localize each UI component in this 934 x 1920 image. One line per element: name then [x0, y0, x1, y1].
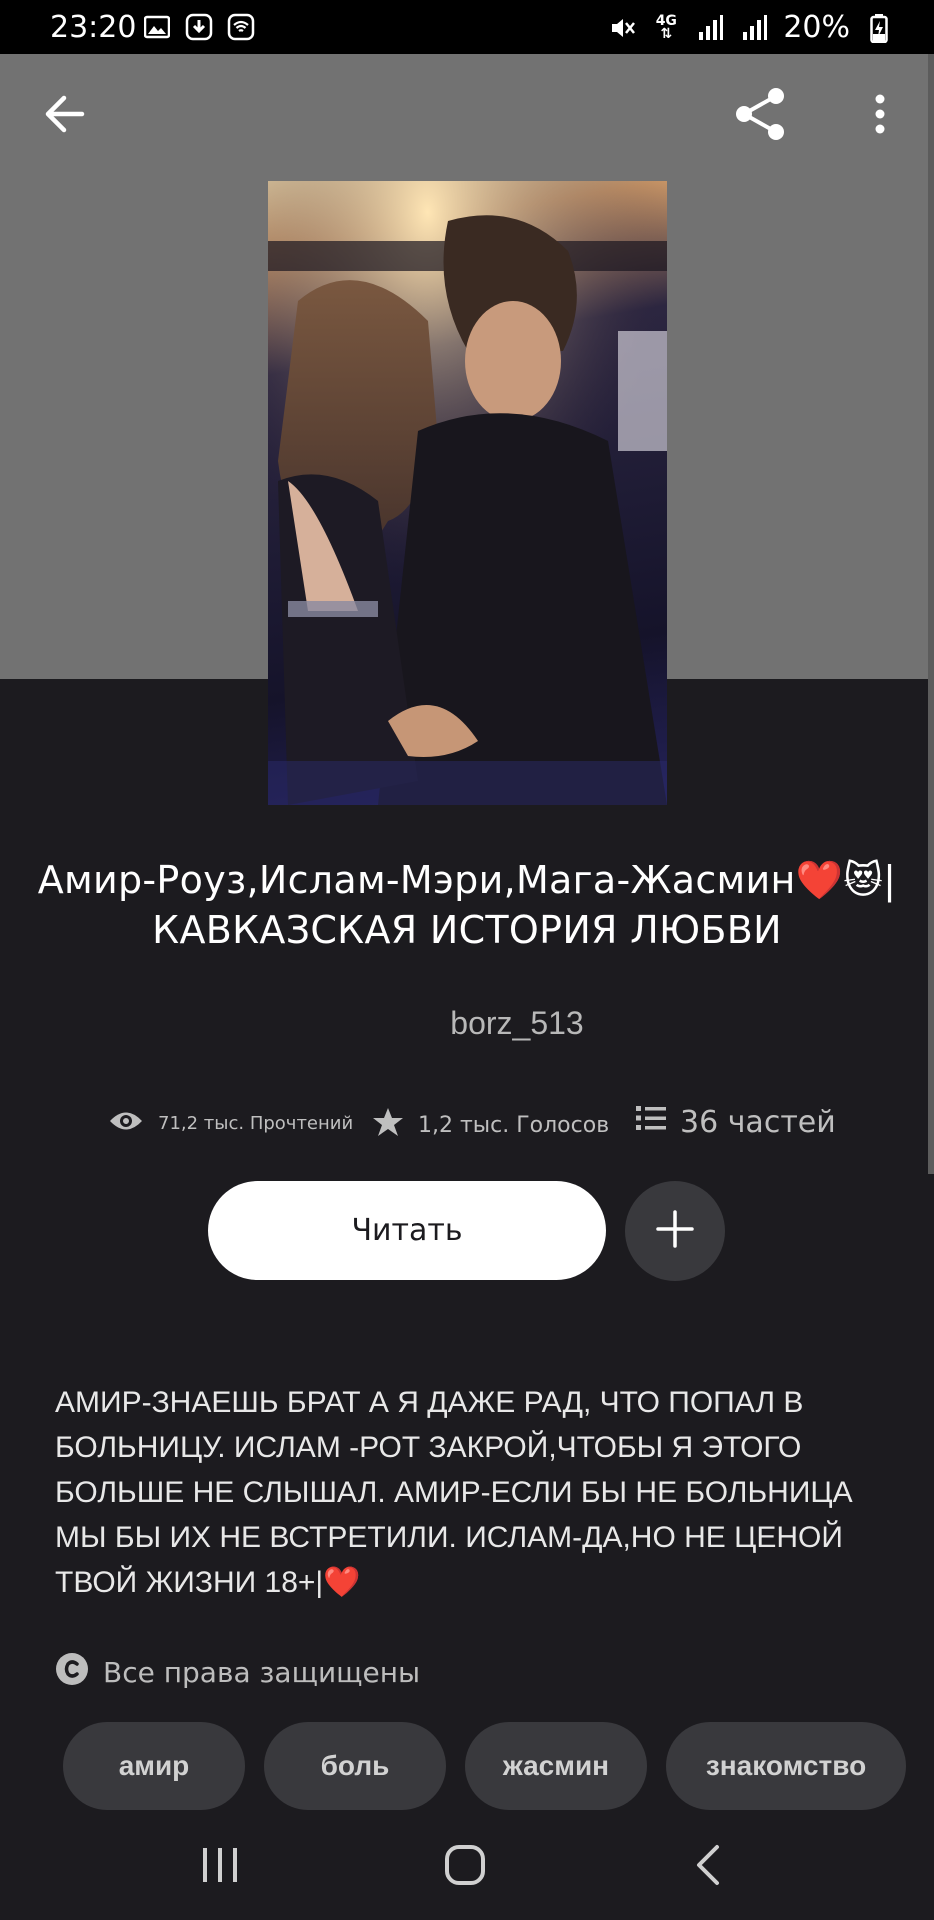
chevron-left-icon [693, 1844, 723, 1890]
battery-percent: 20% [783, 10, 850, 45]
tag-chip[interactable]: жасмин [465, 1722, 647, 1810]
arrow-left-icon [42, 94, 86, 138]
read-button[interactable]: Читать [208, 1181, 606, 1280]
battery-charging-icon [864, 13, 894, 43]
more-options-button[interactable] [844, 80, 916, 152]
signal-icon [739, 13, 769, 43]
parts-stat[interactable]: 36 частей [636, 1104, 836, 1140]
author-name[interactable]: borz_513 [0, 1005, 934, 1042]
plus-icon [655, 1209, 695, 1253]
back-nav-button[interactable] [668, 1832, 748, 1902]
copyright-notice: Все права защищены [55, 1652, 420, 1693]
read-button-label: Читать [351, 1213, 463, 1248]
tag-chip[interactable]: боль [264, 1722, 446, 1810]
reads-stat: 71,2 тыс. Прочтений [108, 1108, 353, 1139]
tag-chip[interactable]: знакомство [666, 1722, 906, 1810]
back-button[interactable] [28, 80, 100, 152]
reads-count: 71,2 тыс. Прочтений [158, 1113, 354, 1134]
status-icons-left [142, 12, 256, 42]
recents-icon [200, 1845, 240, 1889]
status-time: 23:20 [50, 10, 137, 45]
votes-count: 1,2 тыс. Голосов [418, 1112, 610, 1138]
story-cover-image [268, 181, 667, 805]
list-icon [636, 1104, 666, 1140]
story-description: АМИР-ЗНАЕШЬ БРАТ А Я ДАЖЕ РАД, ЧТО ПОПАЛ… [55, 1386, 853, 1599]
tag-list: амир боль жасмин знакомство [63, 1722, 934, 1812]
story-title: Амир-Роуз,Ислам-Мэри,Мага-Жасмин❤️😻| КАВ… [37, 858, 897, 952]
signal-icon [695, 13, 725, 43]
copyright-text: Все права защищены [103, 1656, 421, 1689]
share-icon [730, 84, 790, 148]
votes-stat: 1,2 тыс. Голосов [372, 1106, 609, 1144]
status-icons-right: 4G ⇅ 20% [607, 10, 894, 45]
home-icon [444, 1844, 486, 1890]
star-icon [372, 1106, 404, 1144]
copyright-icon [55, 1652, 89, 1693]
add-to-library-button[interactable] [625, 1181, 725, 1281]
wifi-calling-icon [226, 12, 256, 42]
eye-icon [108, 1108, 144, 1139]
parts-count: 36 частей [680, 1104, 836, 1140]
system-nav-bar [0, 1812, 934, 1920]
home-button[interactable] [425, 1832, 505, 1902]
story-stats: 71,2 тыс. Прочтений 1,2 тыс. Голосов 36 … [0, 1100, 934, 1150]
scrollbar[interactable] [928, 54, 934, 1174]
more-vert-icon [874, 94, 886, 138]
share-button[interactable] [724, 80, 796, 152]
status-bar: 23:20 4G ⇅ 20% [0, 0, 934, 54]
mute-icon [607, 13, 637, 43]
tag-chip[interactable]: амир [63, 1722, 245, 1810]
gallery-icon [142, 12, 172, 42]
download-icon [184, 12, 214, 42]
network-4g-icon: 4G ⇅ [655, 12, 677, 42]
recent-apps-button[interactable] [180, 1832, 260, 1902]
